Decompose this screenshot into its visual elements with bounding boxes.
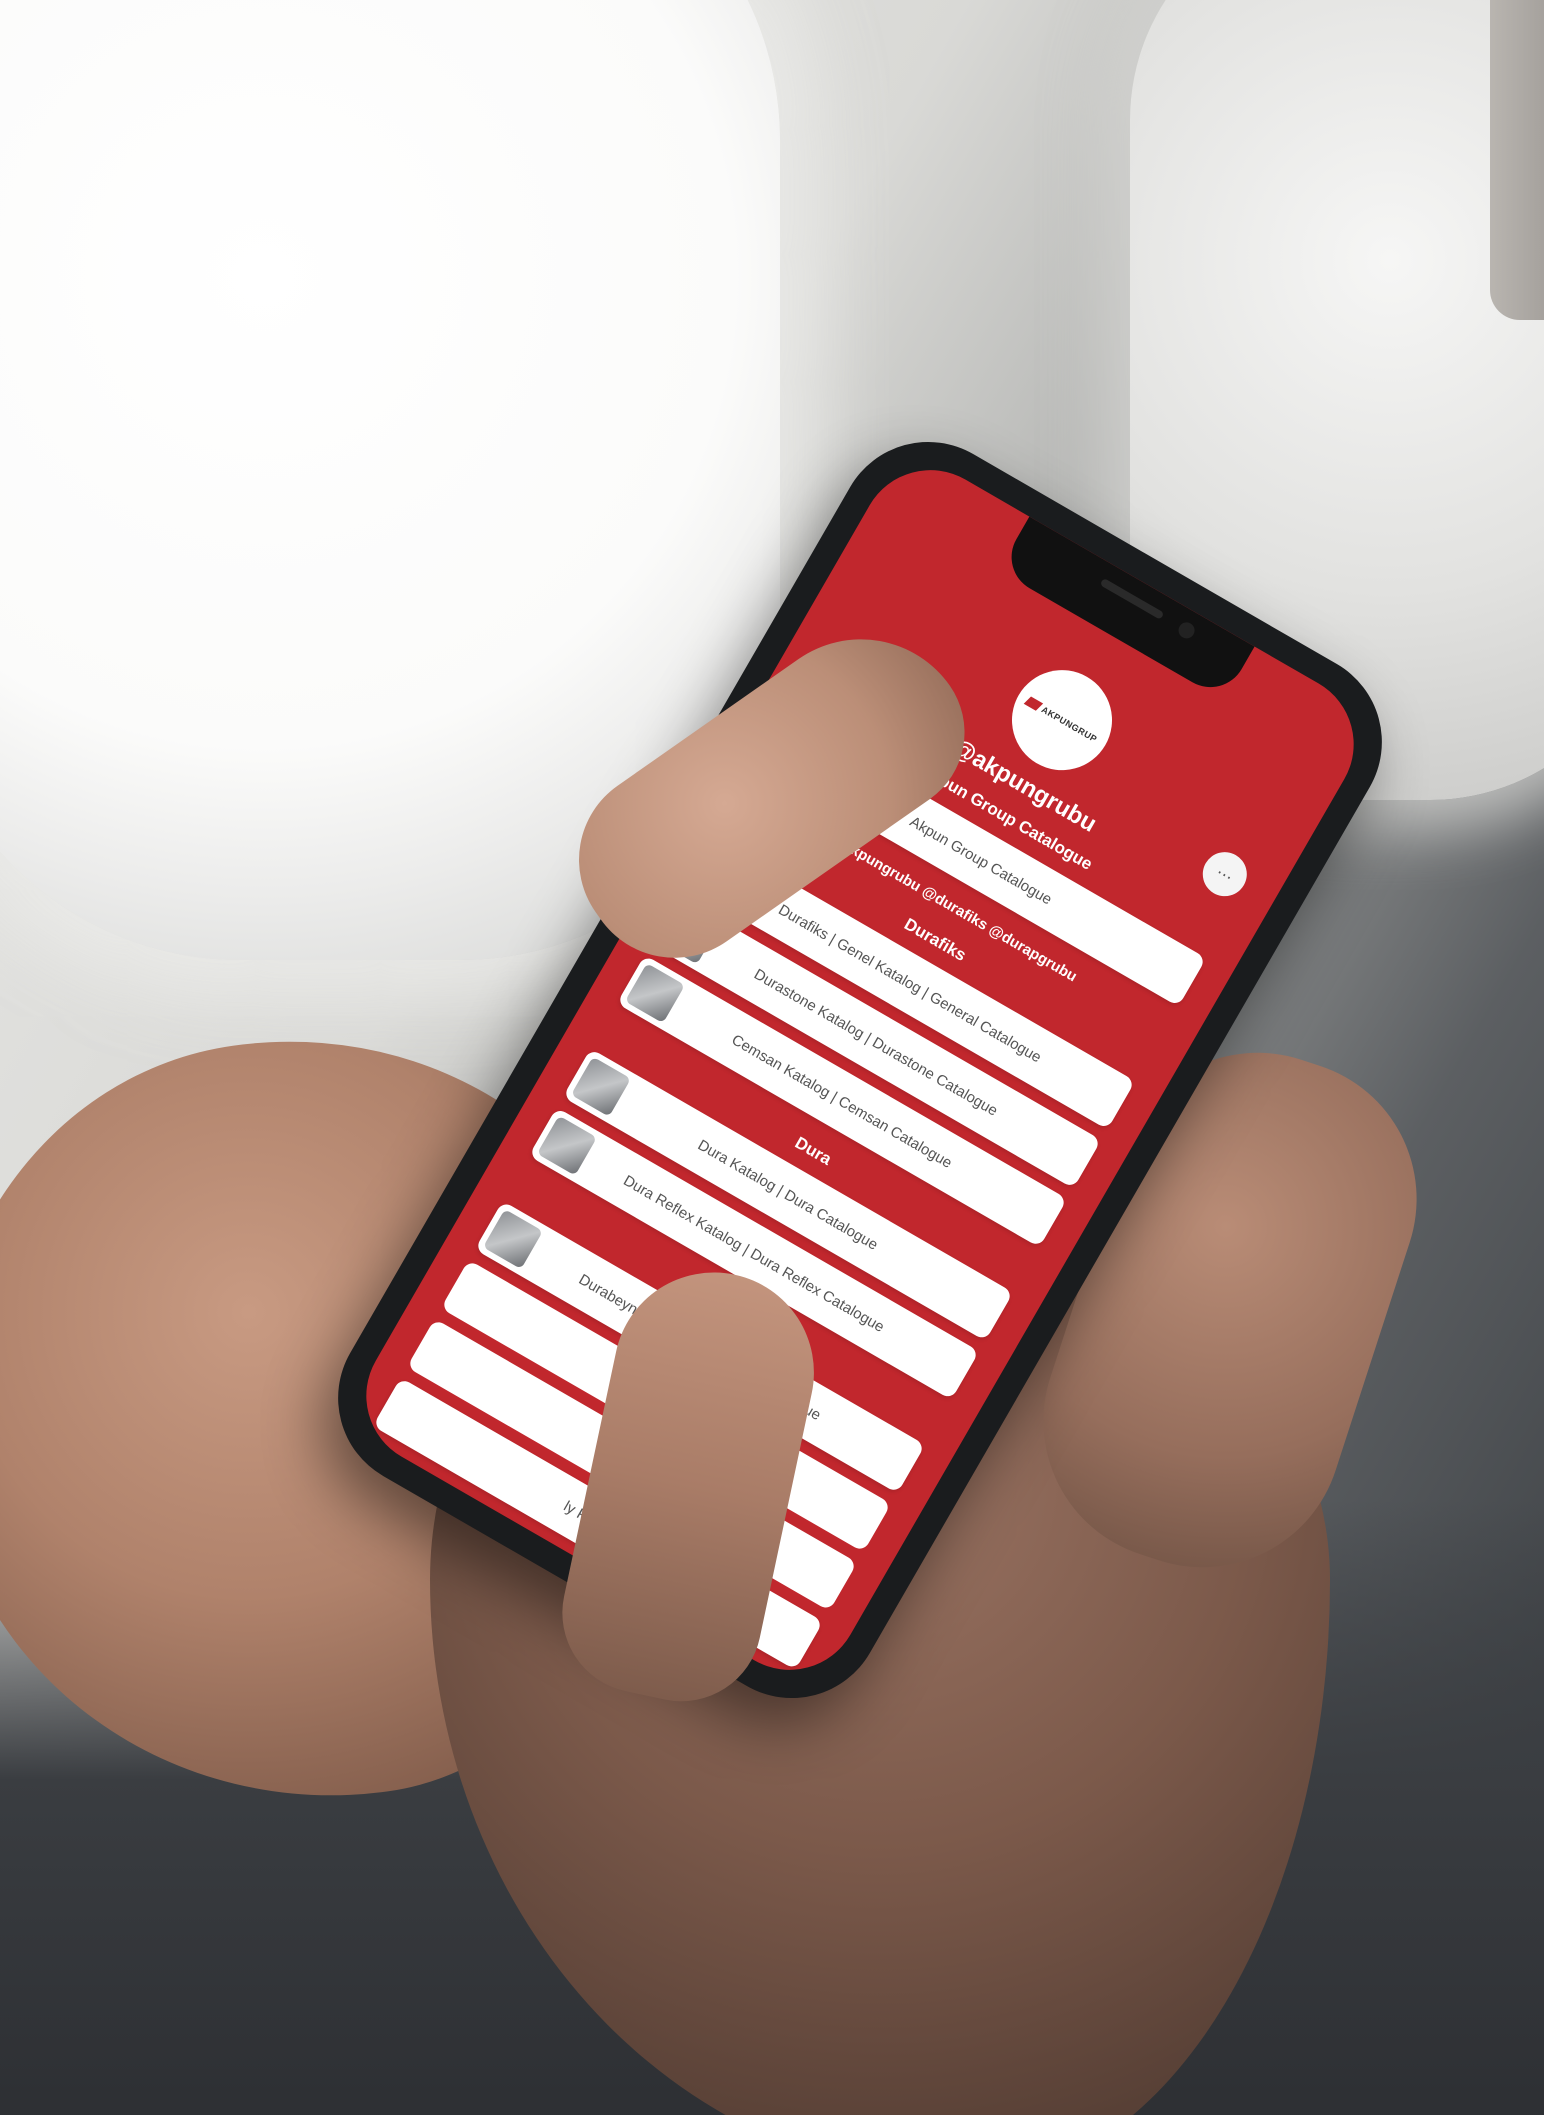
photo-scene: AKPUNGRUP ⋯ @akpungrubu Akpun Group Cata… — [0, 0, 1544, 2115]
brand-logo: AKPUNGRUP — [1023, 696, 1099, 745]
speaker-icon — [1099, 577, 1165, 620]
window-shade — [1490, 0, 1544, 320]
logo-mark-icon — [1023, 696, 1044, 711]
logo-wordmark: AKPUNGRUP — [1039, 704, 1099, 745]
camera-icon — [1175, 619, 1198, 642]
